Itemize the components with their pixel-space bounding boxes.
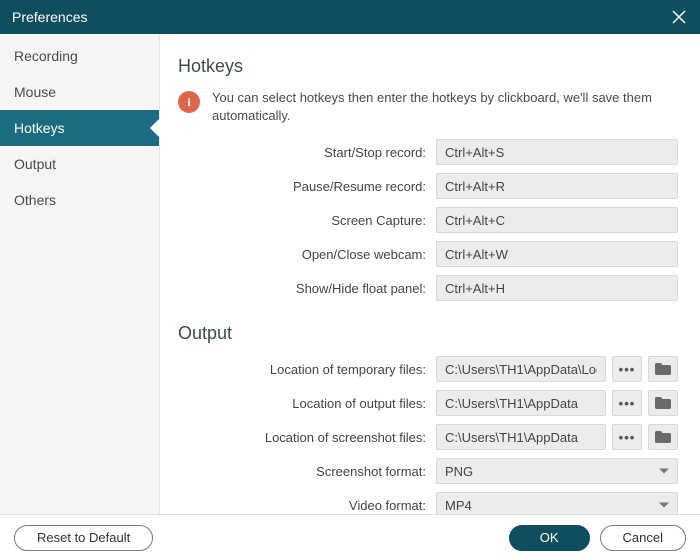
open-folder-button[interactable] — [648, 356, 678, 382]
browse-button[interactable]: ••• — [612, 390, 642, 416]
sidebar: Recording Mouse Hotkeys Output Others — [0, 34, 160, 514]
row-label: Video format: — [178, 498, 428, 513]
path-input-screenshot[interactable] — [436, 424, 606, 450]
browse-button[interactable]: ••• — [612, 356, 642, 382]
open-folder-button[interactable] — [648, 390, 678, 416]
row-label: Open/Close webcam: — [178, 247, 428, 262]
hotkey-input-webcam[interactable] — [436, 241, 678, 267]
sidebar-item-output[interactable]: Output — [0, 146, 159, 182]
path-input-temp[interactable] — [436, 356, 606, 382]
info-text: You can select hotkeys then enter the ho… — [212, 89, 678, 125]
window-title: Preferences — [12, 9, 670, 25]
hotkey-input-start-stop[interactable] — [436, 139, 678, 165]
select-screenshot-format[interactable] — [436, 458, 678, 484]
row-label: Pause/Resume record: — [178, 179, 428, 194]
output-row: Location of temporary files: ••• — [178, 356, 678, 382]
row-label: Show/Hide float panel: — [178, 281, 428, 296]
ellipsis-icon: ••• — [619, 430, 636, 445]
output-row: Video format: — [178, 492, 678, 514]
close-icon[interactable] — [670, 8, 688, 26]
footer: Reset to Default OK Cancel — [0, 514, 700, 560]
sidebar-item-recording[interactable]: Recording — [0, 38, 159, 74]
sidebar-item-mouse[interactable]: Mouse — [0, 74, 159, 110]
hotkey-row: Open/Close webcam: — [178, 241, 678, 267]
sidebar-item-others[interactable]: Others — [0, 182, 159, 218]
cancel-button[interactable]: Cancel — [600, 525, 686, 551]
row-label: Location of temporary files: — [178, 362, 428, 377]
row-label: Screen Capture: — [178, 213, 428, 228]
ellipsis-icon: ••• — [619, 362, 636, 377]
hotkey-row: Screen Capture: — [178, 207, 678, 233]
folder-icon — [655, 363, 671, 375]
row-label: Location of screenshot files: — [178, 430, 428, 445]
output-row: Location of output files: ••• — [178, 390, 678, 416]
output-row: Screenshot format: — [178, 458, 678, 484]
open-folder-button[interactable] — [648, 424, 678, 450]
section-title-output: Output — [178, 323, 678, 344]
ellipsis-icon: ••• — [619, 396, 636, 411]
hotkey-row: Pause/Resume record: — [178, 173, 678, 199]
row-label: Screenshot format: — [178, 464, 428, 479]
row-label: Start/Stop record: — [178, 145, 428, 160]
ok-button[interactable]: OK — [509, 525, 590, 551]
hotkey-row: Show/Hide float panel: — [178, 275, 678, 301]
hotkey-input-float-panel[interactable] — [436, 275, 678, 301]
select-video-format[interactable] — [436, 492, 678, 514]
sidebar-item-hotkeys[interactable]: Hotkeys — [0, 110, 159, 146]
browse-button[interactable]: ••• — [612, 424, 642, 450]
main-panel: Hotkeys i You can select hotkeys then en… — [160, 34, 700, 514]
path-input-output[interactable] — [436, 390, 606, 416]
reset-button[interactable]: Reset to Default — [14, 525, 153, 551]
row-label: Location of output files: — [178, 396, 428, 411]
hotkey-input-screen-capture[interactable] — [436, 207, 678, 233]
info-bar: i You can select hotkeys then enter the … — [178, 89, 678, 125]
hotkey-row: Start/Stop record: — [178, 139, 678, 165]
title-bar: Preferences — [0, 0, 700, 34]
output-row: Location of screenshot files: ••• — [178, 424, 678, 450]
hotkey-input-pause-resume[interactable] — [436, 173, 678, 199]
folder-icon — [655, 431, 671, 443]
folder-icon — [655, 397, 671, 409]
info-icon: i — [178, 91, 200, 113]
section-title-hotkeys: Hotkeys — [178, 56, 678, 77]
